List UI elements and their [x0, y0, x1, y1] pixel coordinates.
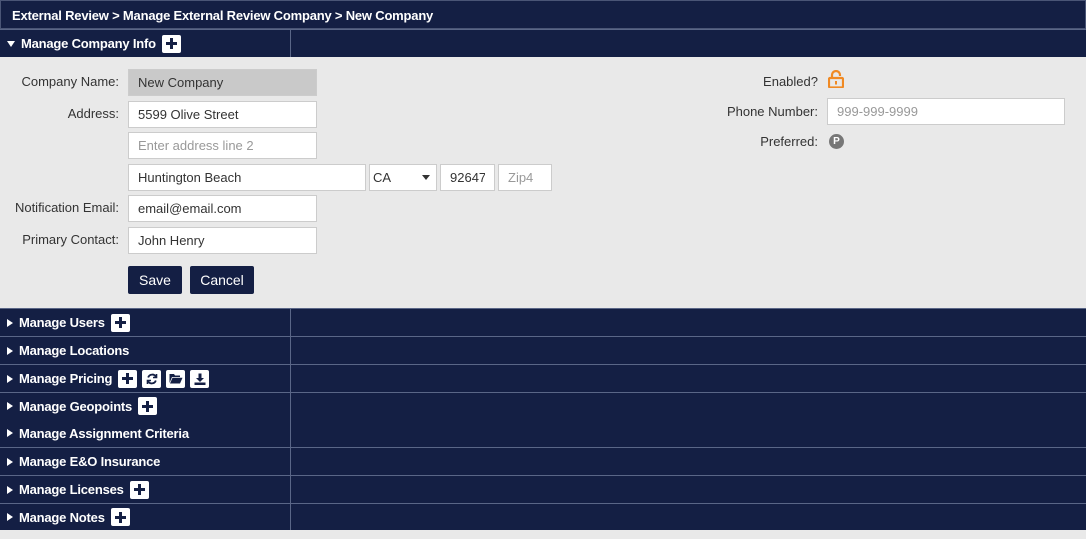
address-label: Address:	[67, 106, 119, 121]
cancel-button[interactable]: Cancel	[190, 266, 254, 294]
expand-caret-icon[interactable]	[7, 485, 13, 494]
section-title: Manage Locations	[19, 343, 130, 358]
state-select-value: CA	[373, 170, 392, 185]
folder-open-icon[interactable]	[166, 369, 186, 388]
section-company-info-header[interactable]: Manage Company Info	[0, 29, 1086, 57]
chevron-down-icon	[422, 175, 430, 180]
zip-input[interactable]	[440, 164, 495, 191]
section-manage-pricing[interactable]: Manage Pricing	[0, 364, 1086, 392]
breadcrumb: External Review > Manage External Review…	[0, 0, 1086, 29]
plus-icon[interactable]	[110, 508, 130, 526]
section-title: Manage Notes	[19, 509, 105, 525]
plus-icon[interactable]	[129, 480, 149, 499]
expand-caret-icon[interactable]	[7, 429, 13, 437]
section-title: Manage Company Info	[21, 36, 156, 51]
section-title: Manage Licenses	[19, 482, 124, 497]
preferred-toggle-icon[interactable]: P	[829, 134, 844, 149]
section-title: Manage Assignment Criteria	[19, 425, 189, 441]
phone-number-input[interactable]	[827, 98, 1065, 125]
expand-caret-icon[interactable]	[7, 346, 13, 355]
download-icon[interactable]	[190, 369, 210, 388]
company-name-input[interactable]	[128, 69, 317, 96]
notification-email-label: Notification Email:	[14, 200, 119, 215]
plus-icon[interactable]	[138, 397, 158, 415]
expand-caret-icon[interactable]	[7, 374, 13, 383]
save-button[interactable]: Save	[128, 266, 182, 294]
notification-email-input[interactable]	[128, 195, 317, 222]
plus-icon[interactable]	[161, 34, 181, 53]
section-title: Manage E&O Insurance	[19, 454, 161, 469]
refresh-icon[interactable]	[142, 369, 162, 388]
expand-caret-icon[interactable]	[7, 318, 13, 327]
company-info-panel: Company Name: Address: CA Notification E…	[1, 57, 1085, 308]
section-manage-geopoints[interactable]: Manage Geopoints	[0, 392, 1086, 419]
section-title: Manage Geopoints	[19, 398, 133, 414]
address-line1-input[interactable]	[128, 101, 317, 128]
section-manage-assignment-criteria[interactable]: Manage Assignment Criteria	[0, 419, 1086, 447]
address-line2-input[interactable]	[128, 132, 317, 159]
preferred-label: Preferred:	[760, 134, 818, 149]
plus-icon[interactable]	[110, 313, 130, 332]
expand-caret-icon[interactable]	[7, 457, 13, 466]
section-manage-locations[interactable]: Manage Locations	[0, 336, 1086, 364]
expand-caret-icon[interactable]	[7, 402, 13, 410]
section-title: Manage Pricing	[19, 371, 113, 386]
phone-number-label: Phone Number:	[726, 104, 818, 119]
enabled-label: Enabled?	[763, 74, 818, 89]
zip4-input[interactable]	[498, 164, 552, 191]
primary-contact-label: Primary Contact:	[22, 232, 119, 247]
section-manage-licenses[interactable]: Manage Licenses	[0, 475, 1086, 503]
expand-caret-icon[interactable]	[7, 40, 15, 47]
primary-contact-input[interactable]	[128, 227, 317, 254]
plus-icon[interactable]	[118, 369, 138, 388]
section-title: Manage Users	[19, 315, 105, 330]
section-manage-users[interactable]: Manage Users	[0, 308, 1086, 336]
city-input[interactable]	[128, 164, 366, 191]
expand-caret-icon[interactable]	[7, 513, 13, 521]
breadcrumb-text: External Review > Manage External Review…	[12, 8, 434, 23]
state-select[interactable]: CA	[369, 164, 437, 191]
section-manage-notes[interactable]: Manage Notes	[0, 503, 1086, 530]
page-footer-gap	[0, 530, 1086, 539]
section-manage-eo-insurance[interactable]: Manage E&O Insurance	[0, 447, 1086, 475]
company-name-label: Company Name:	[21, 74, 119, 89]
unlock-icon[interactable]	[828, 70, 844, 88]
